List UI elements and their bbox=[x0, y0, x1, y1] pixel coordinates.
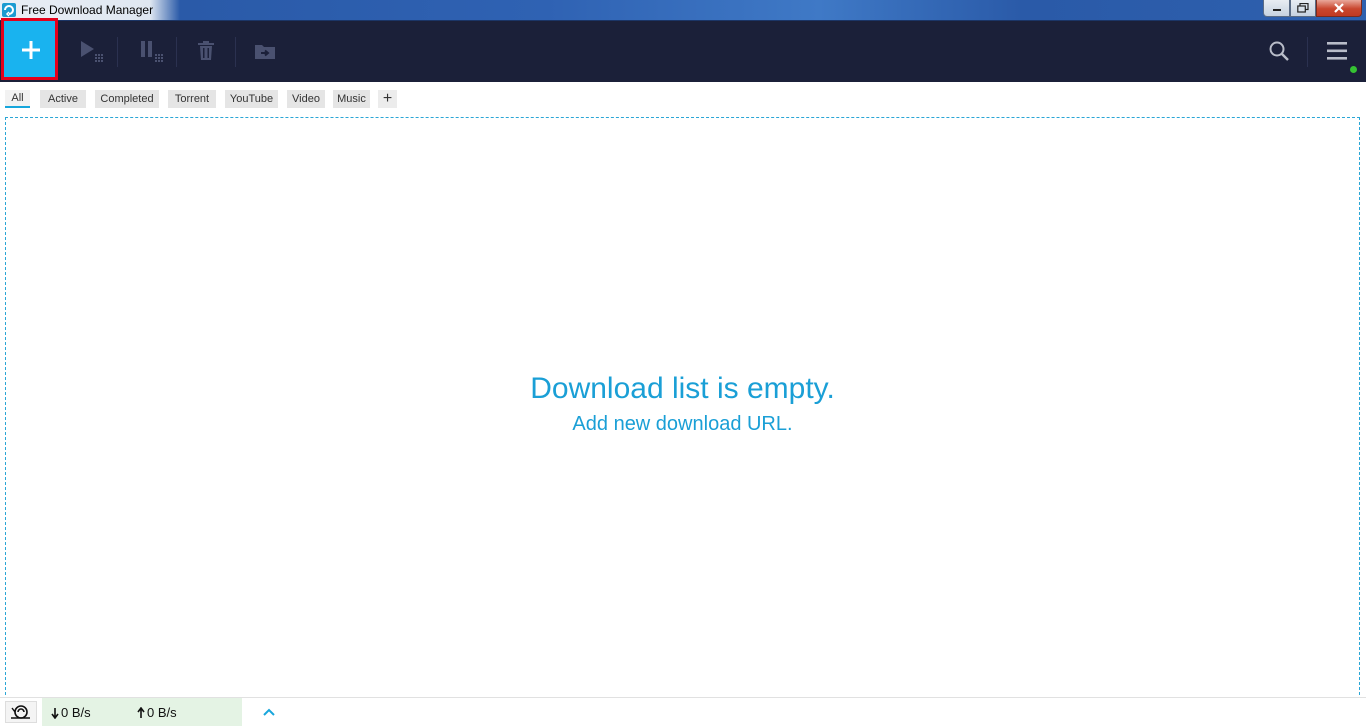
toolbar-separator bbox=[176, 37, 177, 67]
tab-video[interactable]: Video bbox=[287, 90, 325, 108]
toolbar-separator bbox=[1307, 37, 1308, 67]
app-logo-icon bbox=[2, 3, 16, 17]
tab-youtube[interactable]: YouTube bbox=[225, 90, 278, 108]
add-download-button[interactable] bbox=[4, 21, 57, 79]
download-list-dropzone[interactable]: Download list is empty. Add new download… bbox=[5, 117, 1360, 695]
window-title: Free Download Manager bbox=[21, 3, 154, 17]
minimize-icon bbox=[1272, 9, 1281, 11]
toolbar-separator bbox=[235, 37, 236, 67]
close-icon bbox=[1334, 3, 1344, 13]
minimize-button[interactable] bbox=[1263, 0, 1290, 17]
restore-icon bbox=[1297, 3, 1309, 13]
tab-completed[interactable]: Completed bbox=[95, 90, 159, 108]
toolbar-separator bbox=[117, 37, 118, 67]
search-button[interactable] bbox=[1265, 39, 1293, 63]
add-tab-button[interactable]: + bbox=[378, 90, 397, 108]
status-bar: 0 B/s 0 B/s bbox=[0, 697, 1366, 726]
snail-mode-icon bbox=[11, 705, 30, 719]
title-bar: Free Download Manager bbox=[0, 0, 1366, 21]
start-all-button[interactable] bbox=[78, 39, 106, 63]
arrow-down-icon bbox=[51, 707, 59, 719]
tab-torrent[interactable]: Torrent bbox=[168, 90, 216, 108]
add-url-link[interactable]: Add new download URL. bbox=[6, 413, 1359, 436]
search-icon bbox=[1269, 41, 1289, 61]
download-speed-value: 0 B/s bbox=[61, 705, 91, 720]
snail-mode-button[interactable] bbox=[5, 701, 37, 723]
trash-icon bbox=[198, 41, 214, 60]
main-menu-button[interactable] bbox=[1323, 39, 1351, 63]
upload-speed: 0 B/s bbox=[137, 705, 177, 720]
plus-icon bbox=[21, 41, 40, 59]
delete-button[interactable] bbox=[192, 39, 220, 63]
tab-active[interactable]: Active bbox=[40, 90, 86, 108]
play-icon bbox=[81, 41, 103, 62]
move-files-button[interactable] bbox=[251, 39, 279, 63]
restore-button[interactable] bbox=[1290, 0, 1316, 17]
connection-status-dot bbox=[1350, 66, 1357, 73]
window-controls bbox=[1263, 0, 1362, 18]
hamburger-menu-icon bbox=[1327, 42, 1347, 60]
main-toolbar bbox=[0, 18, 1366, 82]
download-speed: 0 B/s bbox=[51, 705, 91, 720]
close-button[interactable] bbox=[1316, 0, 1362, 17]
folder-move-icon bbox=[255, 45, 275, 59]
pause-all-button[interactable] bbox=[138, 39, 166, 63]
chevron-up-icon[interactable] bbox=[262, 706, 276, 718]
empty-list-title: Download list is empty. bbox=[530, 372, 835, 405]
arrow-up-icon bbox=[137, 706, 145, 718]
tab-music[interactable]: Music bbox=[333, 90, 370, 108]
speed-panel: 0 B/s 0 B/s bbox=[42, 698, 275, 726]
tab-all[interactable]: All bbox=[5, 90, 30, 108]
pause-icon bbox=[141, 41, 163, 62]
upload-speed-value: 0 B/s bbox=[147, 705, 177, 720]
